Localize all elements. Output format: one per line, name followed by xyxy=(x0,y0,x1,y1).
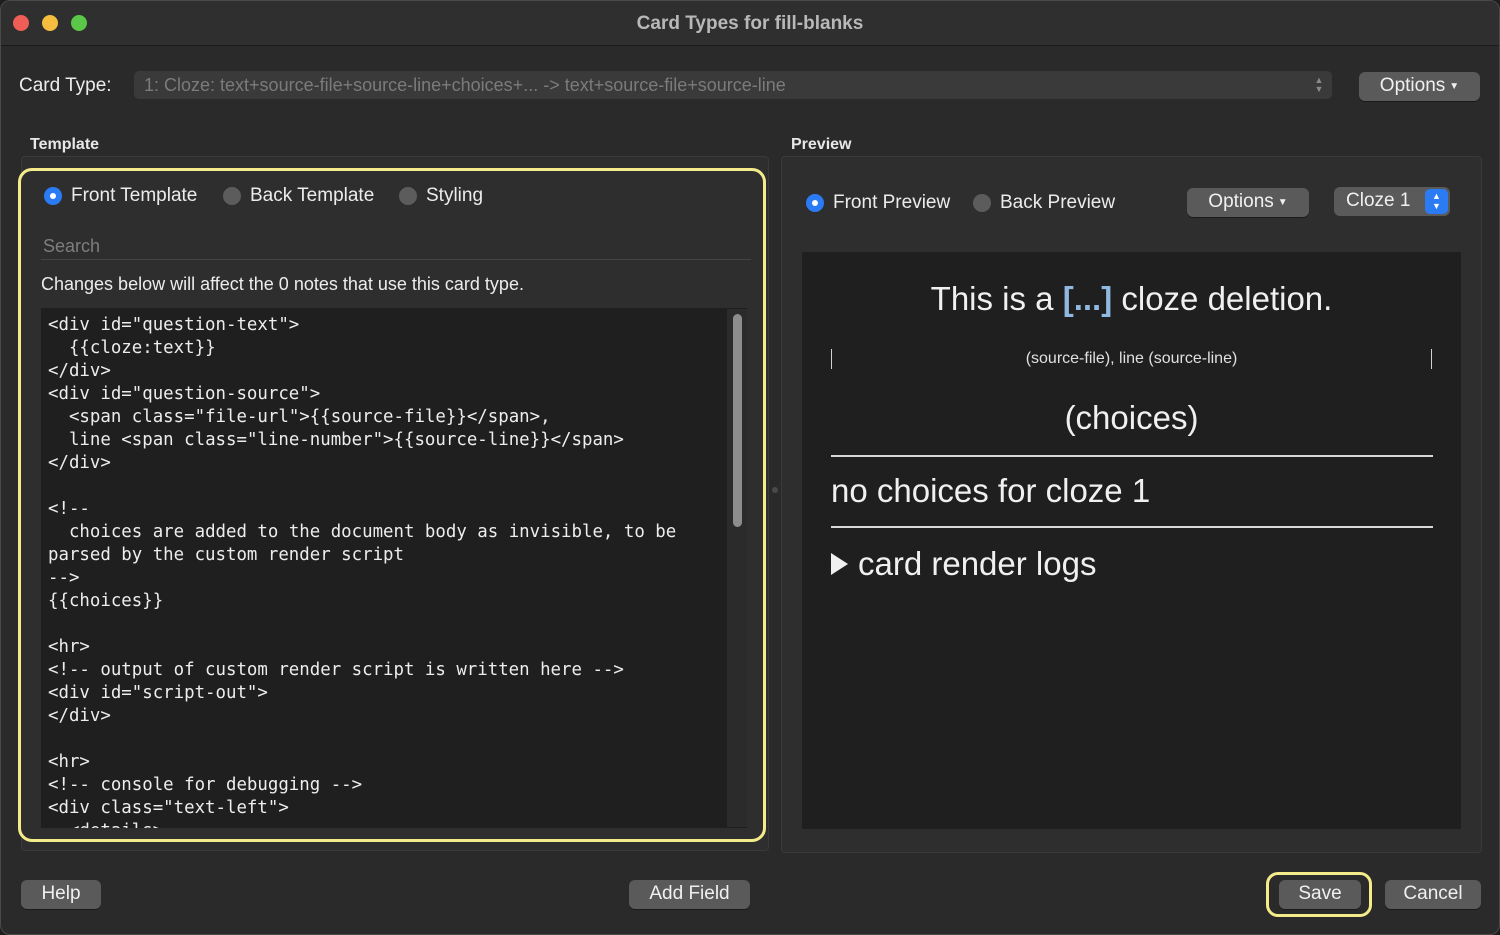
card-type-select[interactable]: 1: Cloze: text+source-file+source-line+c… xyxy=(134,71,1332,99)
cloze-text-before: This is a xyxy=(930,280,1054,317)
styling-radio[interactable]: Styling xyxy=(399,185,483,207)
template-code: <div id="question-text"> {{cloze:text}} … xyxy=(48,315,677,828)
code-scrollbar-thumb[interactable] xyxy=(733,314,742,527)
save-label: Save xyxy=(1298,883,1342,904)
styling-label: Styling xyxy=(426,185,484,206)
add-field-button[interactable]: Add Field xyxy=(629,880,750,909)
up-down-chevron-icon: ▲ ▼ xyxy=(1314,75,1324,94)
radio-unselected-icon xyxy=(399,187,417,205)
divider xyxy=(831,455,1433,457)
front-template-label: Front Template xyxy=(71,185,198,206)
help-button[interactable]: Help xyxy=(21,880,101,909)
cancel-button[interactable]: Cancel xyxy=(1385,880,1481,909)
preview-options-button[interactable]: Options ▼ xyxy=(1187,188,1309,217)
cloze-select[interactable]: Cloze 1 ▲ ▼ xyxy=(1334,187,1450,216)
front-preview-label: Front Preview xyxy=(833,192,951,213)
choices-placeholder: (choices) xyxy=(1064,399,1199,436)
card-type-value: 1: Cloze: text+source-file+source-line+c… xyxy=(144,75,786,95)
back-template-radio[interactable]: Back Template xyxy=(223,185,374,207)
cancel-label: Cancel xyxy=(1403,883,1463,904)
dropdown-caret-icon: ▼ xyxy=(1449,81,1460,92)
radio-unselected-icon xyxy=(223,187,241,205)
disclosure-triangle-icon xyxy=(831,553,848,575)
front-preview-radio[interactable]: Front Preview xyxy=(806,192,950,214)
source-right-border xyxy=(1431,349,1432,369)
radio-selected-icon xyxy=(44,187,62,205)
title-bar: Card Types for fill-blanks xyxy=(1,1,1499,46)
question-source: (source-file), line (source-line) xyxy=(1025,350,1238,367)
divider xyxy=(831,526,1433,528)
back-preview-radio[interactable]: Back Preview xyxy=(973,192,1115,214)
render-logs-label: card render logs xyxy=(858,545,1097,582)
radio-unselected-icon xyxy=(973,194,991,212)
front-template-radio[interactable]: Front Template xyxy=(44,185,197,207)
back-preview-label: Back Preview xyxy=(1000,192,1116,213)
card-types-dialog: Card Types for fill-blanks Card Type: 1:… xyxy=(0,0,1500,935)
template-section-label: Template xyxy=(30,136,100,153)
preview-section-label: Preview xyxy=(791,136,852,153)
card-type-label: Card Type: xyxy=(19,75,112,96)
save-button[interactable]: Save xyxy=(1279,880,1361,909)
card-type-options-label: Options xyxy=(1379,75,1446,96)
back-template-label: Back Template xyxy=(250,185,375,206)
window-title: Card Types for fill-blanks xyxy=(636,13,864,34)
cloze-question-text: This is a [...] cloze deletion. xyxy=(802,280,1461,318)
cloze-blank: [...] xyxy=(1062,280,1113,317)
cloze-select-value: Cloze 1 xyxy=(1346,190,1411,211)
dropdown-caret-icon: ▼ xyxy=(1277,197,1288,208)
card-preview-area xyxy=(802,252,1461,829)
splitter-handle[interactable] xyxy=(772,487,778,493)
template-search-input[interactable] xyxy=(41,233,751,260)
template-code-editor[interactable]: <div id="question-text"> {{cloze:text}} … xyxy=(41,308,747,828)
script-output-text: no choices for cloze 1 xyxy=(831,472,1151,509)
radio-selected-icon xyxy=(806,194,824,212)
help-label: Help xyxy=(41,883,81,904)
render-logs-details[interactable]: card render logs xyxy=(831,545,1096,583)
up-down-chevron-icon: ▲ ▼ xyxy=(1425,189,1448,214)
add-field-label: Add Field xyxy=(649,883,730,904)
affected-notes-notice: Changes below will affect the 0 notes th… xyxy=(41,274,524,294)
card-type-options-button[interactable]: Options ▼ xyxy=(1359,72,1480,101)
cloze-text-after: cloze deletion. xyxy=(1121,280,1333,317)
preview-options-label: Options xyxy=(1208,191,1274,212)
